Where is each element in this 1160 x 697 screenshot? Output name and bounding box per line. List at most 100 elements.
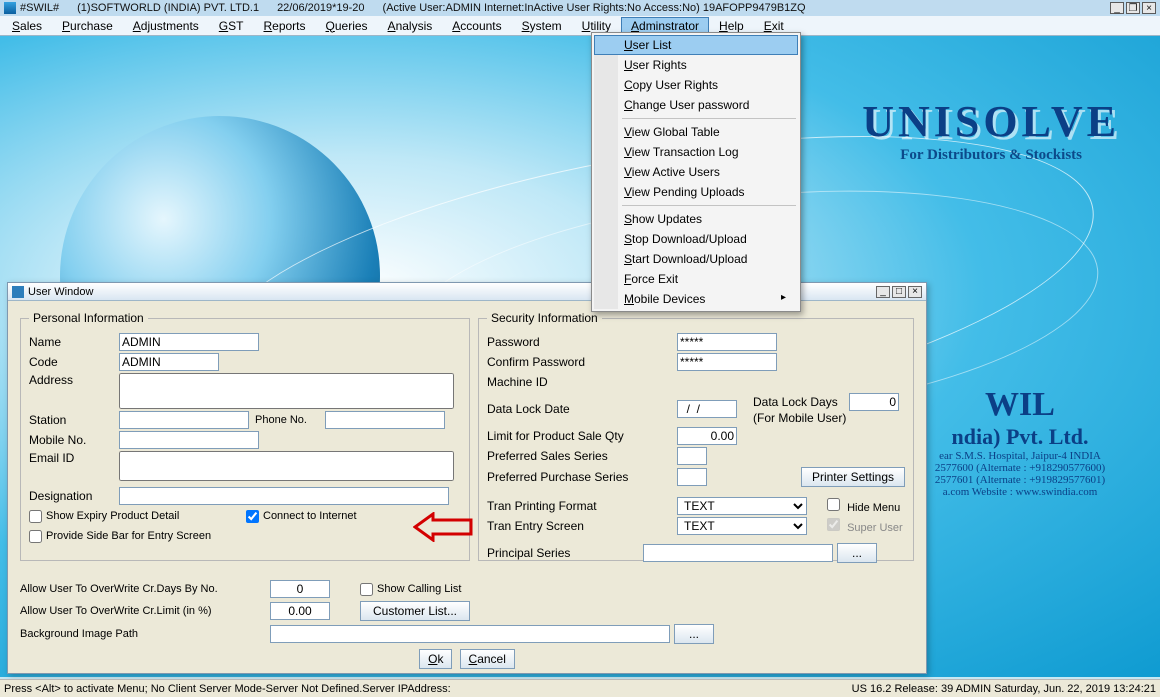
personal-legend: Personal Information — [29, 311, 148, 325]
status-bar: Press <Alt> to activate Menu; No Client … — [0, 679, 1160, 697]
menu-reports[interactable]: Reports — [253, 17, 315, 35]
title-info: (Active User:ADMIN Internet:InActive Use… — [383, 2, 806, 14]
sidebar-checkbox[interactable] — [29, 530, 42, 543]
cancel-button[interactable]: Cancel — [460, 649, 515, 669]
menu-accounts[interactable]: Accounts — [442, 17, 511, 35]
data-lock-date-input[interactable] — [677, 400, 737, 418]
super-user-label: Super User — [847, 522, 903, 534]
dd-change-user-password[interactable]: Change User password — [594, 95, 798, 115]
expiry-checkbox[interactable] — [29, 510, 42, 523]
dd-show-updates[interactable]: Show Updates — [594, 209, 798, 229]
dd-force-exit[interactable]: Force Exit — [594, 269, 798, 289]
pref-purchase-input[interactable] — [677, 468, 707, 486]
address-input[interactable] — [119, 373, 454, 409]
code-input[interactable] — [119, 353, 219, 371]
rlogo-co: ndia) Pvt. Ltd. — [920, 424, 1120, 450]
dd-mobile-devices[interactable]: Mobile Devices▸ — [594, 289, 798, 309]
uw-close-button[interactable]: × — [908, 286, 922, 298]
bg-path-label: Background Image Path — [20, 628, 270, 640]
user-window-icon — [12, 286, 24, 298]
rlogo-l3: 2577601 (Alternate : +919829577601) — [920, 474, 1120, 486]
overwrite-days-input[interactable] — [270, 580, 330, 598]
dd-user-list[interactable]: User List — [594, 35, 798, 55]
overwrite-limit-input[interactable] — [270, 602, 330, 620]
designation-input[interactable] — [119, 487, 449, 505]
title-date: 22/06/2019*19-20 — [277, 2, 364, 14]
calling-list-label: Show Calling List — [377, 583, 461, 595]
calling-list-checkbox[interactable] — [360, 583, 373, 596]
tran-print-select[interactable]: TEXT — [677, 497, 807, 515]
internet-checkbox[interactable] — [246, 510, 259, 523]
close-button[interactable]: × — [1142, 2, 1156, 14]
designation-label: Designation — [29, 489, 119, 503]
data-lock-date-label: Data Lock Date — [487, 402, 637, 416]
rlogo-big: WIL — [920, 386, 1120, 424]
hide-menu-checkbox[interactable] — [827, 498, 840, 511]
pref-purchase-label: Preferred Purchase Series — [487, 470, 637, 484]
footer-area: Allow User To OverWrite Cr.Days By No. S… — [20, 577, 914, 647]
tran-print-label: Tran Printing Format — [487, 499, 637, 513]
name-label: Name — [29, 335, 119, 349]
right-logo: WIL ndia) Pvt. Ltd. ear S.M.S. Hospital,… — [920, 386, 1120, 498]
personal-group: Personal Information Name Code Address S… — [20, 311, 470, 561]
pref-sales-input[interactable] — [677, 447, 707, 465]
menu-analysis[interactable]: Analysis — [378, 17, 443, 35]
phone-label: Phone No. — [255, 414, 325, 426]
uw-minimize-button[interactable]: _ — [876, 286, 890, 298]
phone-input[interactable] — [325, 411, 445, 429]
uw-maximize-button[interactable]: □ — [892, 286, 906, 298]
security-group: Security Information Password Confirm Pa… — [478, 311, 914, 561]
mobile-input[interactable] — [119, 431, 259, 449]
menu-sales[interactable]: Sales — [2, 17, 52, 35]
dd-copy-user-rights[interactable]: Copy User Rights — [594, 75, 798, 95]
data-lock-days-label: Data Lock Days — [753, 395, 838, 409]
dd-start-download-upload[interactable]: Start Download/Upload — [594, 249, 798, 269]
brand-sub: For Distributors & Stockists — [862, 147, 1120, 164]
dd-view-transaction-log[interactable]: View Transaction Log — [594, 142, 798, 162]
name-input[interactable] — [119, 333, 259, 351]
limit-input[interactable] — [677, 427, 737, 445]
dropdown-separator — [622, 118, 796, 119]
confirm-password-input[interactable] — [677, 353, 777, 371]
expiry-label: Show Expiry Product Detail — [46, 510, 246, 522]
bg-browse-button[interactable]: ... — [674, 624, 714, 644]
address-label: Address — [29, 373, 119, 387]
hide-menu-label: Hide Menu — [847, 502, 900, 514]
data-lock-days-input[interactable] — [849, 393, 899, 411]
title-company: (1)SOFTWORLD (INDIA) PVT. LTD.1 — [77, 2, 259, 14]
email-label: Email ID — [29, 451, 119, 465]
dd-stop-download-upload[interactable]: Stop Download/Upload — [594, 229, 798, 249]
restore-button[interactable]: ❐ — [1126, 2, 1140, 14]
printer-settings-button[interactable]: Printer Settings — [801, 467, 905, 487]
principal-label: Principal Series — [487, 546, 637, 560]
ok-button[interactable]: Ok — [419, 649, 452, 669]
main-titlebar: #SWIL# (1)SOFTWORLD (INDIA) PVT. LTD.1 2… — [0, 0, 1160, 16]
window-buttons: _ ❐ × — [1108, 2, 1156, 14]
menu-gst[interactable]: GST — [209, 17, 254, 35]
brand-block: UNISOLVE For Distributors & Stockists — [862, 96, 1120, 164]
user-window-title: User Window — [28, 286, 93, 298]
station-label: Station — [29, 413, 119, 427]
pref-sales-label: Preferred Sales Series — [487, 449, 637, 463]
minimize-button[interactable]: _ — [1110, 2, 1124, 14]
menu-purchase[interactable]: Purchase — [52, 17, 123, 35]
station-input[interactable] — [119, 411, 249, 429]
dd-view-active-users[interactable]: View Active Users — [594, 162, 798, 182]
password-input[interactable] — [677, 333, 777, 351]
menu-queries[interactable]: Queries — [316, 17, 378, 35]
menu-system[interactable]: System — [512, 17, 572, 35]
overwrite-limit-label: Allow User To OverWrite Cr.Limit (in %) — [20, 605, 270, 617]
bg-path-input[interactable] — [270, 625, 670, 643]
dd-view-global-table[interactable]: View Global Table — [594, 122, 798, 142]
menu-adjustments[interactable]: Adjustments — [123, 17, 209, 35]
customer-list-button[interactable]: Customer List... — [360, 601, 470, 621]
email-input[interactable] — [119, 451, 454, 481]
mobile-label: Mobile No. — [29, 433, 119, 447]
tran-entry-select[interactable]: TEXT — [677, 517, 807, 535]
dd-view-pending-uploads[interactable]: View Pending Uploads — [594, 182, 798, 202]
principal-browse-button[interactable]: ... — [837, 543, 877, 563]
title-app: #SWIL# — [20, 2, 59, 14]
principal-input[interactable] — [643, 544, 833, 562]
user-window: User Window _ □ × Personal Information N… — [7, 282, 927, 674]
dd-user-rights[interactable]: User Rights — [594, 55, 798, 75]
